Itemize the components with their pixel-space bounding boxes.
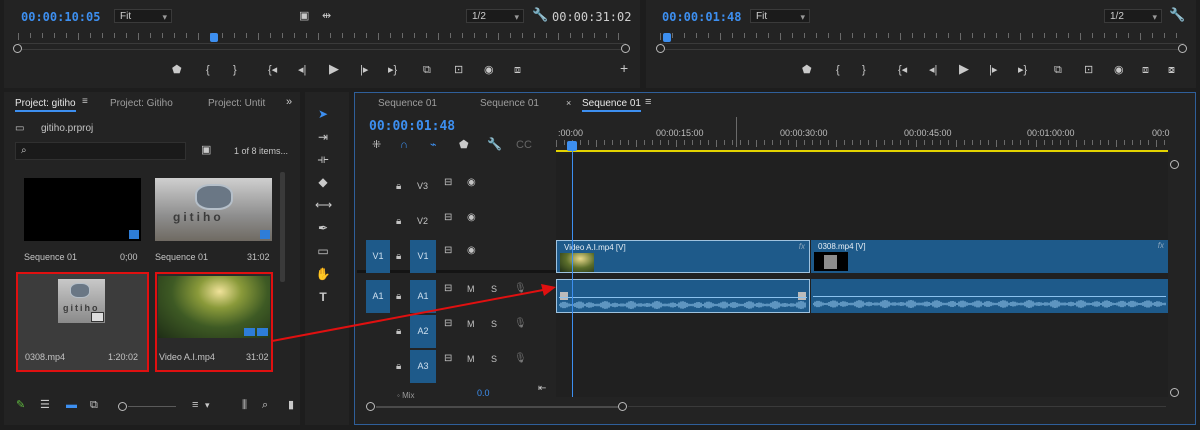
annotation-arrow [271,284,556,342]
